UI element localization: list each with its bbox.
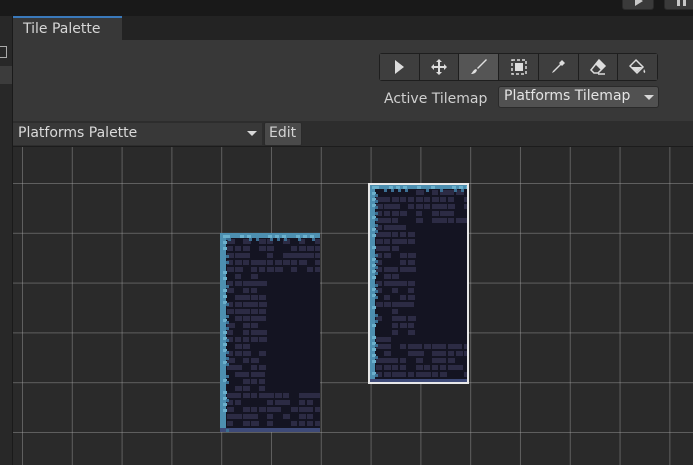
palette-dropdown[interactable]: Platforms Palette (13, 123, 262, 145)
chevron-down-icon (247, 131, 257, 136)
brush-icon (470, 59, 487, 74)
active-tilemap-label: Active Tilemap (384, 91, 488, 107)
paint-bucket-icon (628, 58, 645, 75)
panel-selected-row[interactable] (0, 66, 12, 84)
palette-toolbar: Active Tilemap Platforms Tilemap (13, 40, 693, 121)
pause-button[interactable] (664, 0, 693, 10)
edit-palette-button[interactable]: Edit (264, 122, 302, 146)
box-select-icon (510, 59, 527, 75)
eraser-icon (589, 58, 607, 75)
move-tool-button[interactable] (419, 54, 460, 80)
tab-tile-palette[interactable]: Tile Palette (13, 16, 122, 40)
select-tool-button[interactable] (380, 54, 420, 80)
left-docked-panel (0, 16, 13, 465)
fill-tool-button[interactable] (618, 54, 658, 80)
tool-button-group (379, 53, 658, 81)
eyedropper-icon (552, 60, 566, 73)
palette-value: Platforms Palette (18, 125, 138, 141)
move-arrows-icon (431, 59, 448, 75)
arrow-cursor-icon (395, 60, 405, 74)
tab-label: Tile Palette (23, 21, 101, 37)
play-button[interactable] (622, 0, 654, 10)
palette-tile-right-wall-selected[interactable] (368, 183, 469, 384)
palette-tile-left-wall[interactable] (220, 233, 320, 432)
erase-tool-button[interactable] (578, 54, 619, 80)
active-tilemap-value: Platforms Tilemap (504, 88, 631, 104)
palette-grid[interactable] (13, 147, 693, 465)
edit-button-label: Edit (269, 125, 297, 141)
paint-tool-button[interactable] (459, 54, 500, 80)
box-fill-tool-button[interactable] (499, 54, 539, 80)
palette-selector-bar: Platforms Palette Edit (13, 121, 693, 147)
chevron-down-icon (644, 95, 654, 100)
panel-icon (0, 46, 7, 58)
active-tilemap-dropdown[interactable]: Platforms Tilemap (498, 86, 659, 108)
top-toolbar (0, 0, 693, 16)
pick-tool-button[interactable] (538, 54, 579, 80)
